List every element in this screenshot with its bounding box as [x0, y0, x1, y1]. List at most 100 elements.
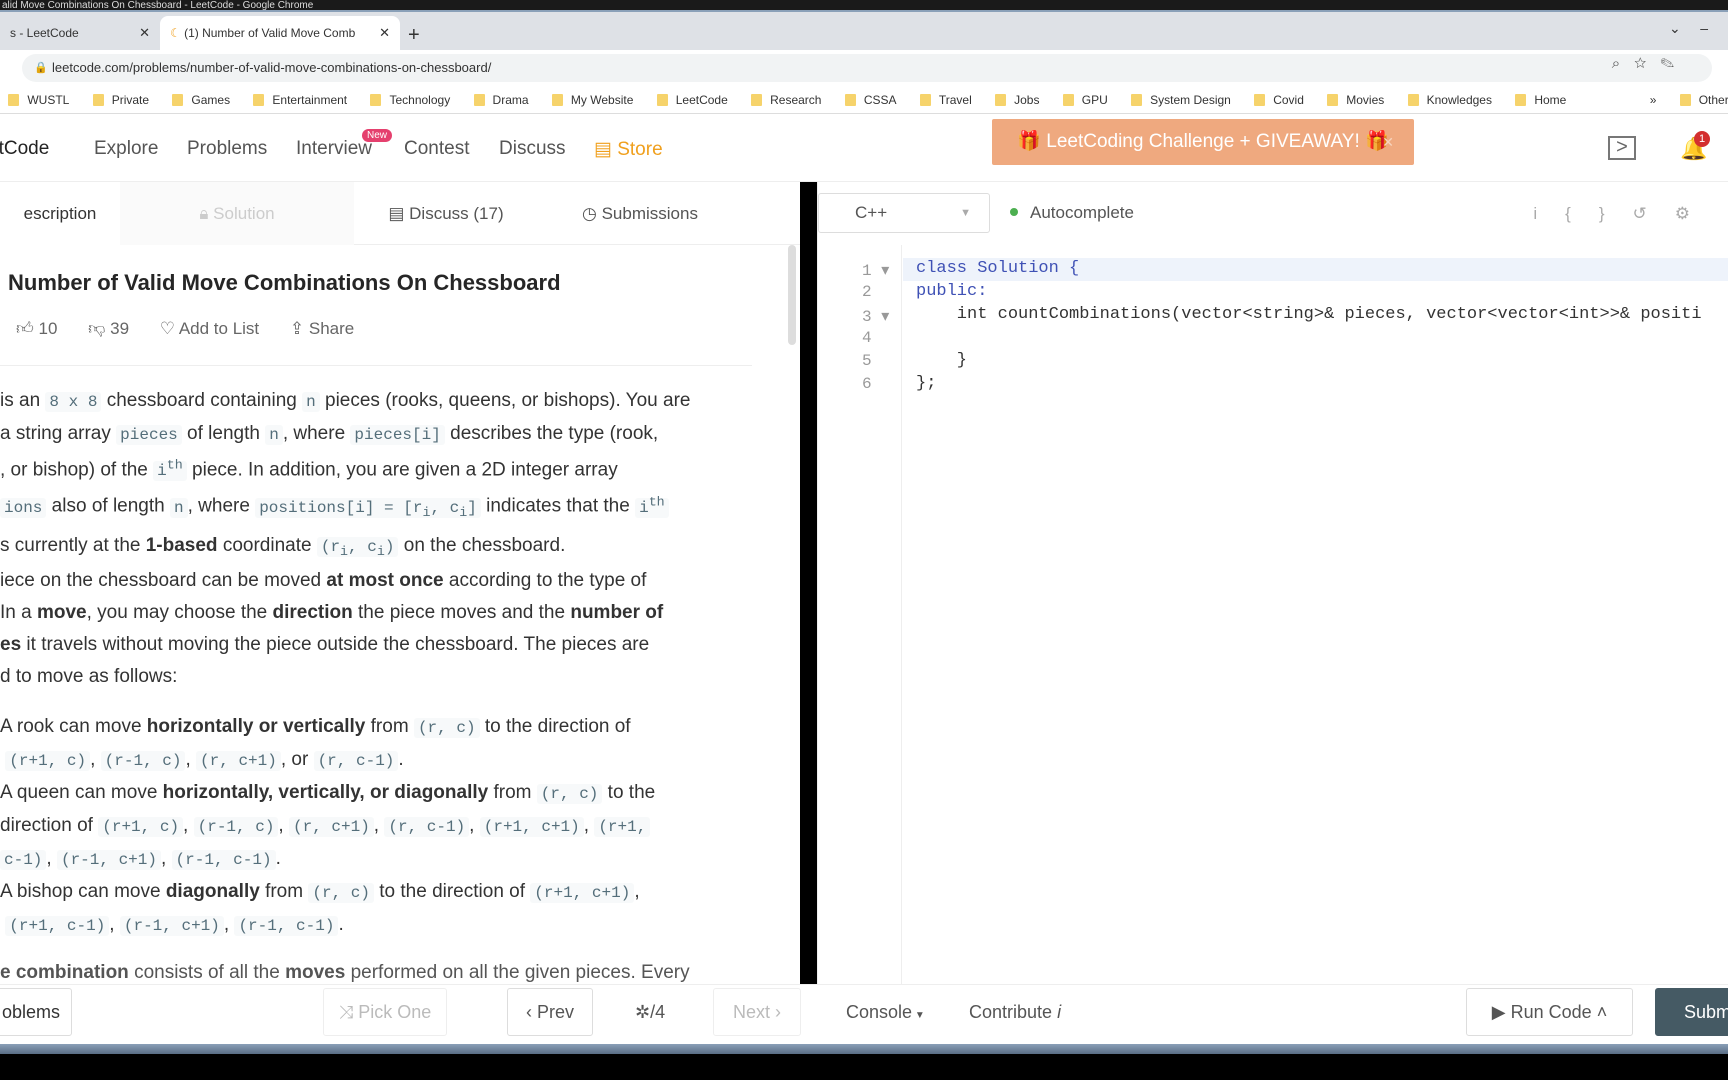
share-button[interactable]: ⇪ Share — [290, 319, 354, 338]
bookmark-label: Drama — [492, 93, 529, 107]
tab-label: Solution — [213, 204, 275, 223]
scrollbar[interactable] — [788, 245, 796, 345]
like-button[interactable]: 👍︎ 10 — [16, 319, 57, 338]
more-bookmarks-icon[interactable]: » — [1650, 86, 1657, 114]
bookmark[interactable]: Travel — [919, 86, 972, 114]
bookmark[interactable]: Jobs — [995, 86, 1039, 114]
bookmark-label: CSSA — [863, 93, 897, 107]
next-button[interactable]: Next › — [713, 988, 801, 1036]
url-input[interactable]: 🔒 leetcode.com/problems/number-of-valid-m… — [22, 54, 1712, 82]
new-tab-icon[interactable]: + — [408, 24, 420, 47]
prev-button[interactable]: ‹ Prev — [507, 988, 593, 1036]
nav-explore[interactable]: Explore — [94, 138, 158, 160]
language-value: C++ — [855, 203, 888, 222]
bookmark-label: Covid — [1273, 93, 1304, 107]
browser-tab-active[interactable]: ☾ (1) Number of Valid Move Comb ✕ — [160, 16, 400, 50]
bookmark-label: Movies — [1346, 93, 1385, 107]
line-number: 3 ▾ — [862, 308, 890, 326]
window-title: alid Move Combinations On Chessboard - L… — [0, 0, 1728, 12]
folder-icon — [8, 94, 20, 106]
code-line[interactable]: class Solution { — [916, 259, 1079, 278]
bookmark[interactable]: Drama — [473, 86, 529, 114]
chevron-left-icon: ‹ — [525, 1002, 537, 1022]
browser-tab[interactable]: s - LeetCode ✕ — [0, 16, 160, 50]
bookmark[interactable]: Knowledges — [1407, 86, 1492, 114]
label: Add to List — [178, 319, 260, 338]
bookmark[interactable]: Technology — [370, 86, 450, 114]
folder-icon — [1254, 94, 1266, 106]
close-icon[interactable]: ✕ — [139, 16, 150, 50]
tab-label: s - LeetCode — [10, 26, 79, 40]
line-number: 4 — [862, 329, 872, 347]
bookmark[interactable]: CSSA — [844, 86, 897, 114]
close-icon[interactable]: ✕ — [379, 16, 390, 50]
nav-store[interactable]: ▤ Store — [594, 138, 663, 161]
bookmark[interactable]: Research — [751, 86, 821, 114]
playground-icon[interactable]: > — [1608, 136, 1636, 160]
editor-toolbar-icons[interactable]: i{}↺⚙ — [1533, 204, 1718, 224]
code-line[interactable]: int countCombinations(vector<string>& pi… — [916, 305, 1702, 324]
folder-icon — [551, 94, 563, 106]
pick-one-button[interactable]: ⤨ Pick One — [323, 988, 447, 1036]
shuffle-icon: ⤨ — [338, 1002, 359, 1022]
bookmark[interactable]: Games — [172, 86, 230, 114]
bookmark[interactable]: Home — [1515, 86, 1566, 114]
language-select[interactable]: C++ ▼ — [818, 193, 990, 233]
lock-icon: 🔒︎ — [199, 204, 214, 223]
label: Next — [732, 1002, 770, 1022]
bookmark[interactable]: Movies — [1327, 86, 1384, 114]
bookmark-label: GPU — [1081, 93, 1108, 107]
folder-icon — [844, 94, 856, 106]
tab-submissions[interactable]: ◷ Submissions — [540, 182, 740, 245]
window-bottom-border — [0, 1044, 1728, 1054]
info-icon: i — [1052, 1002, 1062, 1022]
window-controls[interactable]: ⌄ – — [1669, 20, 1708, 37]
bookmark[interactable]: System Design — [1131, 86, 1231, 114]
nav-problems[interactable]: Problems — [187, 138, 267, 160]
code-line[interactable]: public: — [916, 282, 987, 301]
contribute-button[interactable]: Contribute i — [969, 988, 1061, 1036]
other-bookmarks[interactable]: Other bookmarks — [1679, 86, 1728, 114]
nav-contest[interactable]: Contest — [404, 138, 469, 160]
folder-icon — [1407, 94, 1419, 106]
logo[interactable]: etCode — [0, 138, 49, 160]
folder-icon — [656, 94, 668, 106]
bookmark[interactable]: Private — [92, 86, 149, 114]
bookmark[interactable]: WUSTL — [8, 86, 69, 114]
add-to-list-button[interactable]: ♡ Add to List — [160, 319, 259, 338]
run-code-button[interactable]: ▶ Run Code ˄ — [1466, 988, 1633, 1036]
code-line[interactable]: } — [916, 351, 967, 370]
bookmark-label: LeetCode — [675, 93, 728, 107]
challenge-banner[interactable]: 🎁 LeetCoding Challenge + GIVEAWAY! 🎁 ✕ — [992, 119, 1414, 165]
nav-discuss[interactable]: Discuss — [499, 138, 566, 160]
close-icon[interactable]: ✕ — [1382, 119, 1394, 165]
autocomplete-toggle[interactable]: Autocomplete — [1010, 193, 1134, 233]
folder-icon — [751, 94, 763, 106]
nav-interview[interactable]: Interview — [296, 138, 372, 160]
label: Pick One — [358, 1002, 432, 1022]
bookmark[interactable]: LeetCode — [656, 86, 728, 114]
bookmark[interactable]: My Website — [551, 86, 633, 114]
line-number: 2 — [862, 283, 872, 301]
tab-label: (1) Number of Valid Move Comb — [184, 26, 356, 40]
tab-solution[interactable]: 🔒︎ Solution — [120, 182, 354, 245]
bookmark[interactable]: GPU — [1062, 86, 1108, 114]
bookmark[interactable]: Entertainment — [253, 86, 347, 114]
play-icon: ▶ — [1491, 1002, 1511, 1022]
bookmark-label: Jobs — [1014, 93, 1040, 107]
problems-button[interactable]: oblems — [0, 988, 72, 1036]
problem-paragraph: iece on the chessboard can be moved at m… — [0, 570, 664, 687]
tab-discuss[interactable]: ▤ Discuss (17) — [354, 182, 538, 245]
dislike-button[interactable]: 👎︎ 39 — [88, 319, 129, 338]
code-line[interactable]: }; — [916, 374, 936, 393]
console-button[interactable]: Console ▼ — [846, 988, 925, 1040]
discuss-icon: ▤ — [388, 204, 410, 223]
submit-button[interactable]: Subm — [1655, 988, 1728, 1036]
tab-description[interactable]: escription — [0, 182, 120, 245]
lock-icon: 🔒 — [34, 62, 48, 74]
address-bar: 🔒 leetcode.com/problems/number-of-valid-m… — [0, 50, 1728, 86]
star-icon[interactable]: ⌕☆✎ — [1612, 55, 1688, 72]
bookmark-label: Travel — [938, 93, 972, 107]
folder-icon — [253, 94, 265, 106]
bookmark[interactable]: Covid — [1254, 86, 1304, 114]
